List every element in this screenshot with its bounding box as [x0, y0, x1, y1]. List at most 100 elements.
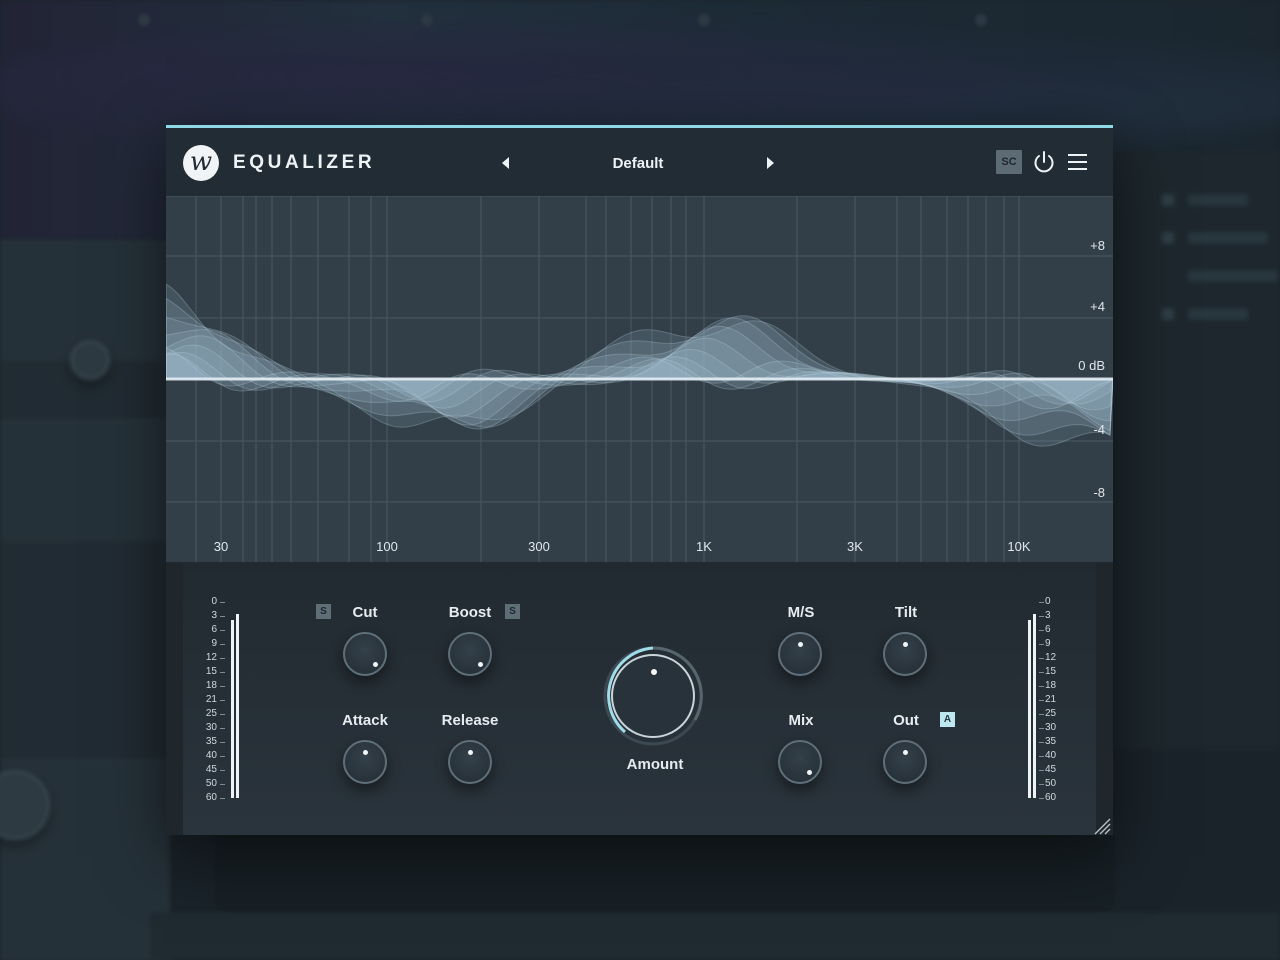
eq-graph[interactable]: +8 +4 0 dB -4 -8 30 100 300 1K 3K 10K: [166, 196, 1113, 562]
meter-tick: [1039, 714, 1044, 715]
meter-scale-label: 3: [211, 610, 217, 621]
menu-button[interactable]: [1066, 152, 1090, 172]
knob-indicator: [468, 750, 473, 755]
plugin-header: w EQUALIZER Default SC: [166, 125, 1113, 196]
preset-name[interactable]: Default: [568, 155, 708, 172]
ms-knob[interactable]: [778, 632, 822, 676]
triangle-right-icon: [767, 157, 774, 169]
meter-scale-label: 12: [1045, 652, 1057, 663]
freq-label: 300: [528, 539, 550, 554]
meter-scale-label: 25: [205, 708, 217, 719]
ms-label: M/S: [787, 604, 815, 621]
mix-knob[interactable]: [778, 740, 822, 784]
meter-tick: [220, 700, 225, 701]
db-label: +4: [1090, 299, 1105, 314]
meter-scale-label: 35: [1045, 736, 1057, 747]
knob-indicator: [903, 750, 908, 755]
meter-scale-label: 18: [205, 680, 217, 691]
preset-next-button[interactable]: [761, 154, 779, 172]
input-level-meter: 0 3 6 9 12 15 18 21 25 30 35 40 45 50 60: [203, 596, 243, 812]
meter-scale-label: 0: [211, 596, 217, 607]
cut-knob[interactable]: [343, 632, 387, 676]
meter-tick: [220, 784, 225, 785]
boost-label: Boost: [448, 604, 492, 621]
meter-tick: [1039, 742, 1044, 743]
cut-label: Cut: [352, 604, 378, 621]
knob-indicator: [798, 642, 803, 647]
knob-indicator: [807, 770, 812, 775]
preset-prev-button[interactable]: [497, 154, 515, 172]
attack-label: Attack: [342, 712, 388, 729]
attack-knob[interactable]: [343, 740, 387, 784]
meter-scale-label: 30: [205, 722, 217, 733]
output-level-meter: 0 3 6 9 12 15 18 21 25 30 35 40 45 50 60: [1023, 596, 1063, 812]
meter-scale-label: 18: [1045, 680, 1057, 691]
meter-scale-label: 25: [1045, 708, 1057, 719]
meter-scale-label: 15: [1045, 666, 1057, 677]
meter-tick: [1039, 728, 1044, 729]
meter-tick: [1039, 700, 1044, 701]
out-auto-badge[interactable]: A: [940, 712, 955, 727]
db-label: -4: [1093, 422, 1105, 437]
db-label: +8: [1090, 238, 1105, 253]
meter-tick: [220, 742, 225, 743]
eq-graph-canvas: [166, 196, 1113, 562]
meter-tick: [1039, 756, 1044, 757]
sidechain-button[interactable]: SC: [996, 150, 1022, 174]
tilt-knob[interactable]: [883, 632, 927, 676]
db-label: 0 dB: [1078, 358, 1105, 373]
meter-scale-label: 50: [205, 778, 217, 789]
meter-tick: [1039, 770, 1044, 771]
meter-tick: [220, 798, 225, 799]
meter-tick: [220, 714, 225, 715]
meter-tick: [220, 644, 225, 645]
controls-edge-right: [1096, 562, 1113, 835]
knob-indicator: [373, 662, 378, 667]
meter-scale-label: 15: [205, 666, 217, 677]
plugin-title: EQUALIZER: [233, 152, 376, 173]
controls-panel: 0 3 6 9 12 15 18 21 25 30 35 40 45 50 60 0 3 6 9 12 15 18 21 2…: [183, 562, 1096, 835]
meter-level-bar: [236, 614, 239, 798]
meter-tick: [1039, 686, 1044, 687]
out-label: Out: [893, 712, 919, 729]
logo-glyph: w: [189, 146, 213, 177]
power-icon: [1034, 151, 1054, 173]
boost-knob[interactable]: [448, 632, 492, 676]
power-button[interactable]: [1032, 150, 1056, 174]
release-knob[interactable]: [448, 740, 492, 784]
release-label: Release: [441, 712, 499, 729]
out-knob[interactable]: [883, 740, 927, 784]
meter-tick: [220, 616, 225, 617]
freq-label: 30: [213, 539, 229, 554]
resize-handle[interactable]: [1091, 815, 1111, 835]
meter-scale-label: 60: [1045, 792, 1057, 803]
amount-knob[interactable]: [603, 646, 703, 746]
meter-tick: [1039, 602, 1044, 603]
meter-scale-label: 3: [1045, 610, 1051, 621]
meter-scale-label: 6: [211, 624, 217, 635]
cut-solo-badge[interactable]: S: [316, 604, 331, 619]
meter-tick: [220, 728, 225, 729]
freq-label: 1K: [696, 539, 712, 554]
knob-indicator: [478, 662, 483, 667]
db-label: -8: [1093, 485, 1105, 500]
amount-knob-graphic: [603, 646, 703, 746]
meter-tick: [1039, 784, 1044, 785]
knob-indicator: [363, 750, 368, 755]
brand-logo: w: [183, 145, 219, 181]
meter-scale-label: 9: [1045, 638, 1051, 649]
meter-scale-label: 12: [205, 652, 217, 663]
meter-tick: [220, 672, 225, 673]
amount-label: Amount: [626, 756, 684, 773]
hamburger-icon: [1068, 154, 1087, 170]
meter-tick: [1039, 798, 1044, 799]
freq-label: 10K: [1007, 539, 1031, 554]
meter-scale-label: 45: [1045, 764, 1057, 775]
triangle-left-icon: [502, 157, 509, 169]
knob-indicator: [903, 642, 908, 647]
boost-solo-badge[interactable]: S: [505, 604, 520, 619]
meter-tick: [220, 770, 225, 771]
resize-grip-icon: [1094, 818, 1111, 835]
meter-scale-label: 35: [205, 736, 217, 747]
meter-level-bar: [1033, 614, 1036, 798]
